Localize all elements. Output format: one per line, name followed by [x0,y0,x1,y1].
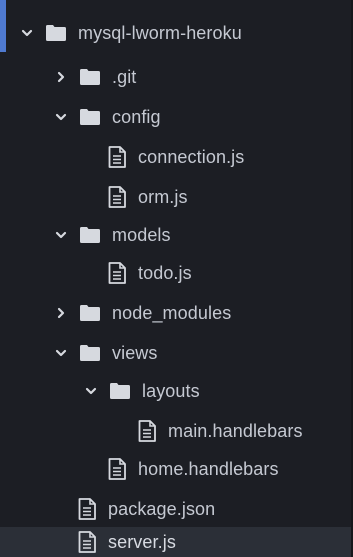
file-icon [108,186,126,208]
tree-item-views[interactable]: views [0,335,351,371]
file-icon [108,458,126,480]
tree-item-label: models [112,224,171,245]
file-icon [78,531,96,553]
chevron-down-icon[interactable] [54,228,68,242]
tree-item-label: orm.js [138,186,188,207]
tree-item-git[interactable]: .git [0,59,351,95]
chevron-right-icon[interactable] [54,306,68,320]
tree-item-label: layouts [142,380,200,401]
tree-item-label: main.handlebars [168,420,303,441]
tree-item-root[interactable]: mysql-lworm-heroku [0,15,351,51]
tree-item-label: views [112,342,158,363]
folder-icon [80,109,100,125]
tree-item-package-json[interactable]: package.json [0,491,351,527]
file-icon [108,262,126,284]
folder-icon [46,25,66,41]
tree-item-label: home.handlebars [138,458,279,479]
chevron-right-icon[interactable] [54,70,68,84]
folder-icon [80,345,100,361]
tree-item-label: connection.js [138,146,245,167]
chevron-down-icon[interactable] [20,26,34,40]
tree-item-label: todo.js [138,262,192,283]
file-icon [78,498,96,520]
tree-item-models[interactable]: models [0,217,351,253]
file-icon [138,420,156,442]
tree-item-layouts[interactable]: layouts [0,373,351,409]
file-icon [108,146,126,168]
chevron-down-icon[interactable] [54,110,68,124]
tree-item-server-js[interactable]: server.js [0,527,351,557]
tree-item-home-handlebars[interactable]: home.handlebars [0,451,351,487]
tree-item-config[interactable]: config [0,99,351,135]
file-tree-panel: mysql-lworm-heroku .git config connectio… [0,0,353,557]
tree-item-label: node_modules [112,302,232,323]
tree-item-label: mysql-lworm-heroku [78,22,242,43]
folder-icon [80,69,100,85]
tree-item-label: .git [112,66,137,87]
tree-item-connection-js[interactable]: connection.js [0,139,351,175]
tree-item-main-handlebars[interactable]: main.handlebars [0,413,351,449]
tree-item-todo-js[interactable]: todo.js [0,255,351,291]
folder-icon [110,383,130,399]
folder-icon [80,227,100,243]
chevron-down-icon[interactable] [84,384,98,398]
folder-icon [80,305,100,321]
tree-item-node-modules[interactable]: node_modules [0,295,351,331]
tree-item-orm-js[interactable]: orm.js [0,179,351,215]
tree-item-label: server.js [108,531,176,552]
tree-item-label: config [112,106,161,127]
chevron-down-icon[interactable] [54,346,68,360]
tree-item-label: package.json [108,498,216,519]
